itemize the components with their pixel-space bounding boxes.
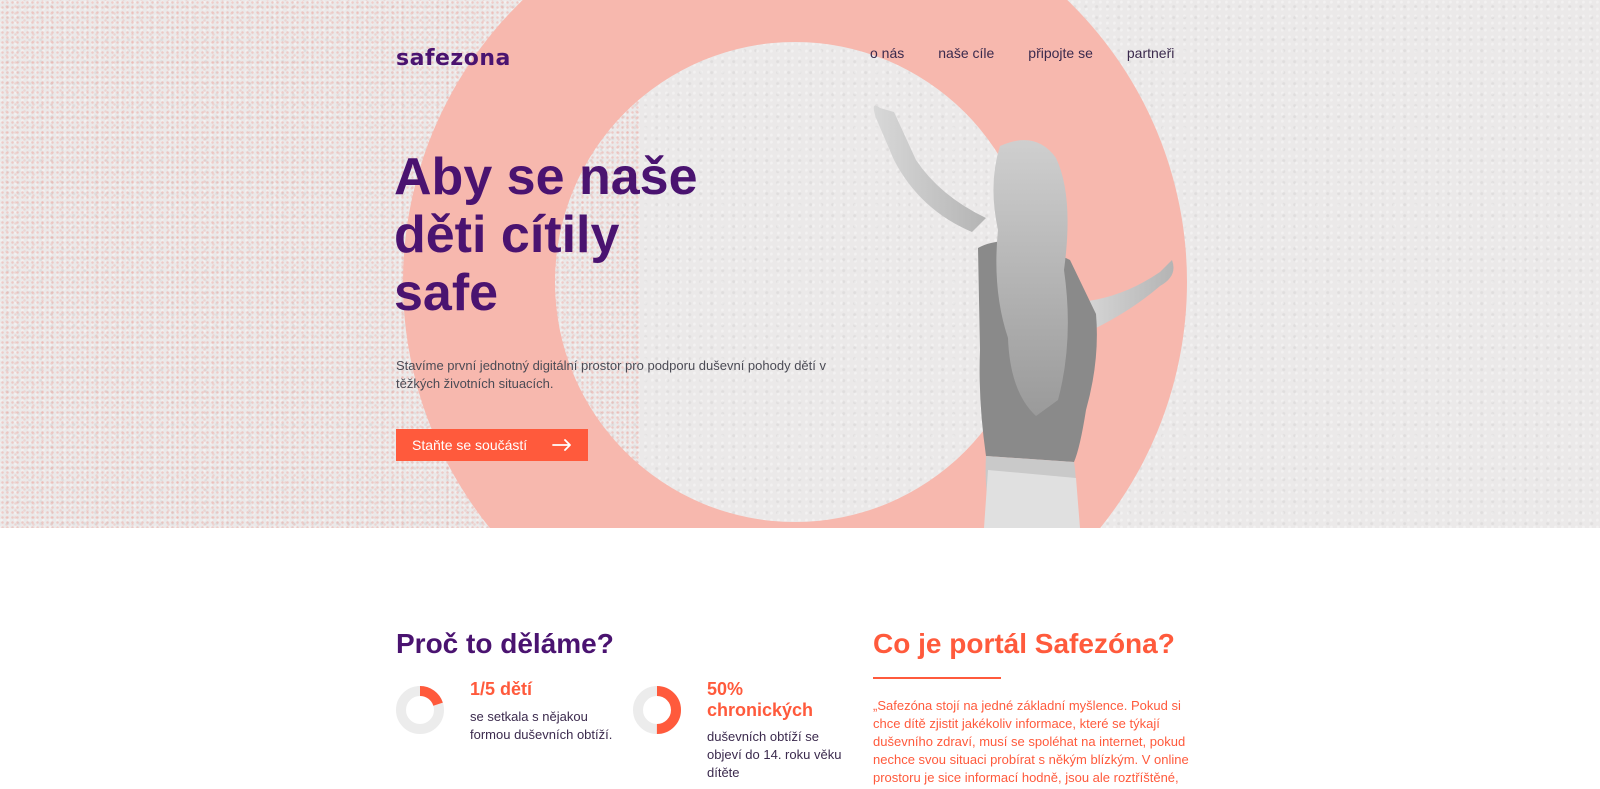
join-cta-label: Staňte se součástí (412, 437, 528, 453)
title-underline (873, 677, 1001, 679)
hero-headline-line-1: Aby se naše (394, 148, 698, 206)
nav-item-nase-cile[interactable]: naše cíle (938, 44, 994, 62)
join-cta-button[interactable]: Staňte se součástí (396, 429, 588, 461)
nav-item-partneri[interactable]: partneři (1127, 44, 1174, 62)
donut-chart-icon (396, 686, 444, 734)
nav-item-pripojte-se[interactable]: připojte se (1028, 44, 1093, 62)
donut-chart-icon (633, 686, 681, 734)
stat-description: se setkala s nějakou formou duševních ob… (470, 709, 613, 742)
hero-headline-line-2: děti cítily (394, 206, 620, 264)
why-title-bold: děláme? (500, 628, 614, 659)
hero-subtitle: Stavíme první jednotný digitální prostor… (396, 358, 826, 391)
stat-card: 50% chronických duševních obtíží se obje… (633, 679, 863, 780)
hero-section: safezona o nás naše cíle připojte se par… (0, 0, 1600, 528)
hero-ring-decoration (403, 0, 1187, 528)
nav-item-o-nas[interactable]: o nás (870, 44, 904, 62)
portal-section-title: Co je portál Safezóna? (873, 628, 1175, 660)
arrow-right-icon (552, 439, 571, 451)
stat-value: 50% chronických (707, 679, 814, 720)
hero-headline: Aby se naše děti cítily safe (394, 148, 698, 322)
stat-value: 1/5 dětí (470, 679, 533, 699)
portal-title-plain: Co je portál (873, 628, 1035, 659)
portal-title-bold: Safezóna? (1034, 628, 1175, 659)
main-nav: o nás naše cíle připojte se partneři (870, 44, 1174, 62)
stat-card: 1/5 dětí se setkala s nějakou formou duš… (396, 679, 626, 756)
hero-headline-emphasis: safe (394, 264, 499, 322)
stat-description: duševních obtíží se objeví do 14. roku v… (707, 729, 842, 780)
why-section-title: Proč to děláme? (396, 628, 614, 660)
why-title-plain: Proč to (396, 628, 501, 659)
portal-quote: „Safezóna stojí na jedné základní myšlen… (873, 698, 1189, 785)
brand-logo[interactable]: safezona (396, 46, 511, 71)
hero-photo-person (873, 105, 1174, 528)
